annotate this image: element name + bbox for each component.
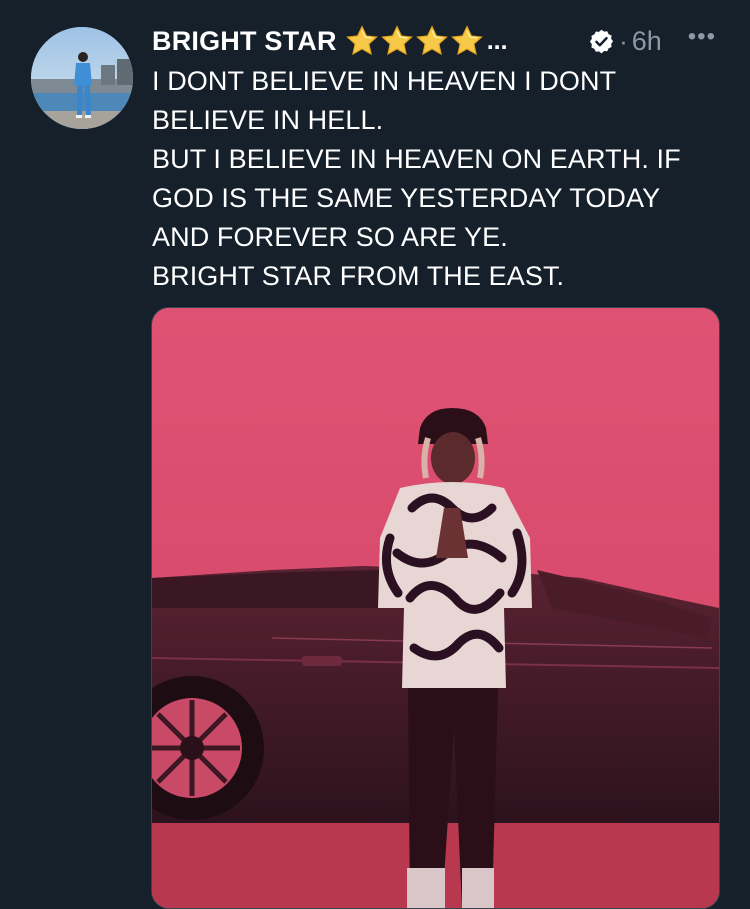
tweet-text-line: BELIEVE IN HELL. xyxy=(152,105,384,135)
tweet-text-line: AND FOREVER SO ARE YE. xyxy=(152,222,508,252)
star-emoji-icon xyxy=(415,25,448,56)
name-emoji-group: ... xyxy=(345,24,508,58)
tweet-text-line: BRIGHT STAR FROM THE EAST. xyxy=(152,261,565,291)
tweet[interactable]: BRIGHT STAR ... · 6h ••• I DONT BELIEVE … xyxy=(0,0,750,909)
star-emoji-icon xyxy=(345,25,378,56)
tweet-text-line: I DONT BELIEVE IN HEAVEN I DONT xyxy=(152,66,617,96)
avatar[interactable] xyxy=(31,27,133,129)
tweet-header: BRIGHT STAR ... · 6h ••• xyxy=(152,22,716,60)
verified-badge-icon[interactable] xyxy=(588,28,615,55)
name-truncation: ... xyxy=(486,26,508,55)
star-emoji-icon xyxy=(450,25,483,56)
tweet-text-line: BUT I BELIEVE IN HEAVEN ON EARTH. IF xyxy=(152,144,681,174)
timestamp[interactable]: 6h xyxy=(632,26,662,57)
attached-photo[interactable] xyxy=(151,307,720,909)
author-name[interactable]: BRIGHT STAR xyxy=(152,26,337,57)
tweet-text-line: GOD IS THE SAME YESTERDAY TODAY xyxy=(152,183,661,213)
tweet-text: I DONT BELIEVE IN HEAVEN I DONT BELIEVE … xyxy=(152,62,722,296)
more-options-icon[interactable]: ••• xyxy=(688,23,716,51)
star-emoji-icon xyxy=(380,25,413,56)
time-separator: · xyxy=(619,25,628,56)
